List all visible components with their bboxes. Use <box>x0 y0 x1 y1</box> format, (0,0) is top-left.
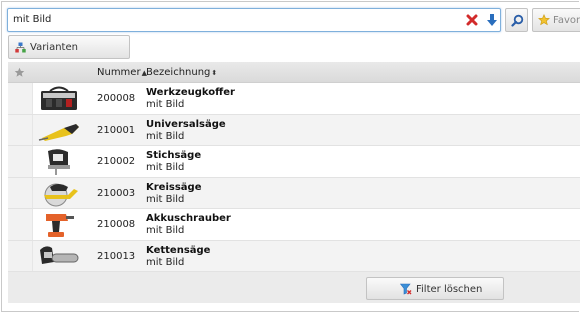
article-number: 200008 <box>97 93 136 104</box>
article-number: 210003 <box>97 187 136 199</box>
table-row[interactable]: 210002 Stichsäge mit Bild <box>8 146 580 178</box>
grid-header: Nummer▲ Bezeichnung⬍ <box>8 62 580 83</box>
table-row[interactable]: 210001 Universalsäge mit Bild <box>8 114 580 146</box>
article-subtitle: mit Bild <box>146 193 185 205</box>
clear-filter-label: Filter löschen <box>416 284 483 295</box>
article-subtitle: mit Bild <box>146 130 185 142</box>
cordless-drill-image <box>36 210 82 239</box>
sort-both-icon: ⬍ <box>211 69 218 77</box>
column-header-bezeichnung[interactable]: Bezeichnung⬍ <box>146 67 217 78</box>
favorite-column-star-icon[interactable] <box>14 67 25 78</box>
filter-clear-icon <box>400 283 412 295</box>
article-title: Kreissäge <box>146 181 202 193</box>
article-title: Stichsäge <box>146 150 202 161</box>
favorites-button[interactable]: Favor <box>532 8 580 32</box>
article-title: Universalsäge <box>146 118 226 130</box>
article-subtitle: mit Bild <box>146 225 185 236</box>
article-subtitle: mit Bild <box>146 99 185 110</box>
row-selector[interactable] <box>8 146 33 177</box>
column-header-bezeichnung-label: Bezeichnung <box>146 67 211 78</box>
clear-filter-button[interactable]: Filter löschen <box>366 277 504 300</box>
circular-saw-image <box>36 178 82 208</box>
table-row[interactable]: 210008 Akkuschrauber mit Bild <box>8 209 580 241</box>
article-subtitle: mit Bild <box>146 256 185 268</box>
column-header-nummer[interactable]: Nummer▲ <box>97 67 147 78</box>
column-header-nummer-label: Nummer <box>97 67 141 78</box>
variants-icon <box>15 42 26 53</box>
toolbox-image <box>36 84 82 113</box>
article-subtitle: mit Bild <box>146 162 185 173</box>
saber-saw-image <box>36 115 82 145</box>
grid-rows: 200008 Werkzeugkoffer mit Bild 210001 Un… <box>8 83 580 272</box>
search-input-value[interactable]: mit Bild <box>13 14 51 25</box>
favorites-label: Favor <box>553 15 580 26</box>
clear-search-icon[interactable] <box>466 14 478 26</box>
variants-label: Varianten <box>30 42 78 53</box>
row-selector[interactable] <box>8 209 33 240</box>
article-number: 210013 <box>97 250 136 262</box>
search-button[interactable] <box>505 8 528 32</box>
article-title: Werkzeugkoffer <box>146 87 235 98</box>
table-row[interactable]: 200008 Werkzeugkoffer mit Bild <box>8 83 580 115</box>
star-icon <box>538 14 550 26</box>
row-selector[interactable] <box>8 83 33 114</box>
article-title: Akkuschrauber <box>146 213 231 224</box>
row-selector[interactable] <box>8 114 33 145</box>
article-number: 210008 <box>97 219 136 230</box>
row-selector[interactable] <box>8 240 33 271</box>
article-number: 210002 <box>97 156 136 167</box>
jigsaw-image <box>36 147 82 176</box>
variants-button[interactable]: Varianten <box>8 35 130 59</box>
row-selector[interactable] <box>8 177 33 208</box>
chainsaw-image <box>36 241 82 271</box>
arrow-down-icon[interactable] <box>486 13 498 27</box>
article-number: 210001 <box>97 124 136 136</box>
table-row[interactable]: 210013 Kettensäge mit Bild <box>8 240 580 272</box>
search-input[interactable]: mit Bild <box>7 8 501 32</box>
magnifier-icon <box>511 14 524 27</box>
article-grid: Nummer▲ Bezeichnung⬍ 200008 Werkzeugkoff… <box>8 62 580 303</box>
table-row[interactable]: 210003 Kreissäge mit Bild <box>8 177 580 209</box>
article-title: Kettensäge <box>146 244 211 256</box>
